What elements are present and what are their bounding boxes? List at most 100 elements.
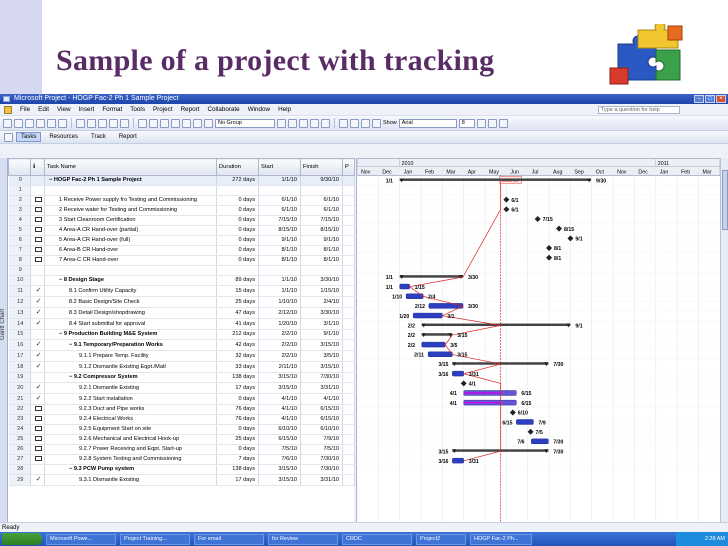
notes-icon[interactable] xyxy=(182,118,191,128)
table-row[interactable]: 24 9.2.5 Equipment Start on site 0 days 6/1… xyxy=(8,424,355,435)
table-row[interactable]: 16 ✓ − 9.1 Temporary/Preparation Works 42 d… xyxy=(8,339,355,351)
help-search-input[interactable]: Type a question for help xyxy=(598,106,680,114)
spelling-icon[interactable] xyxy=(58,118,67,128)
goto-task-icon[interactable] xyxy=(299,118,308,128)
table-row[interactable]: 12 ✓ 8.2 Basic Design/Site Check 25 days 1/1… xyxy=(8,296,355,308)
track-button[interactable]: Track xyxy=(86,132,111,142)
col-pred-header[interactable]: P xyxy=(342,158,355,176)
scrollbar-thumb[interactable] xyxy=(722,170,728,230)
note-icon[interactable] xyxy=(35,247,42,253)
table-row[interactable]: 27 9.2.8 System Testing and Commissioning… xyxy=(8,454,355,465)
note-icon[interactable] xyxy=(35,227,42,233)
help-icon[interactable] xyxy=(321,118,330,128)
copy-picture-icon[interactable] xyxy=(310,118,319,128)
note-icon[interactable] xyxy=(35,436,42,442)
report-button[interactable]: Report xyxy=(114,132,142,142)
zoom-out-icon[interactable] xyxy=(288,118,297,128)
taskbar-item[interactable]: Project2 xyxy=(416,533,466,545)
start-button[interactable] xyxy=(2,533,42,545)
resources-button[interactable]: Resources xyxy=(44,132,83,142)
menu-view[interactable]: View xyxy=(57,106,71,113)
vertical-scrollbar[interactable] xyxy=(720,158,728,522)
preview-icon[interactable] xyxy=(47,118,56,128)
note-icon[interactable] xyxy=(35,426,42,432)
table-row[interactable]: 43 Start Cleanroom Certification 0 days 7/… xyxy=(8,215,355,226)
taskbar-item[interactable]: Microsoft Powe... xyxy=(46,533,116,545)
indent-icon[interactable] xyxy=(350,118,359,128)
table-row[interactable]: 0 − HOGP Fac-2 Ph 1 Sample Project 272 day… xyxy=(8,175,355,186)
copy-icon[interactable] xyxy=(87,118,96,128)
table-row[interactable]: 76 Area-B CR Hand-over 0 days 8/1/10 8/1/10 xyxy=(8,245,355,256)
font-select[interactable]: Arial xyxy=(398,118,457,128)
table-row[interactable]: 9 xyxy=(8,265,355,276)
print-icon[interactable] xyxy=(36,118,45,128)
view-bar-gantt[interactable]: Gantt Chart xyxy=(0,158,8,522)
menu-window[interactable]: Window xyxy=(248,106,270,113)
table-row[interactable]: 21 ✓ 9.2.2 Start installation 0 days 4/1/10 4… xyxy=(8,393,355,405)
menu-insert[interactable]: Insert xyxy=(79,106,95,113)
menu-tools[interactable]: Tools xyxy=(130,106,145,113)
link-icon[interactable] xyxy=(138,118,147,128)
unlink-icon[interactable] xyxy=(149,118,158,128)
save-icon[interactable] xyxy=(25,118,34,128)
new-icon[interactable] xyxy=(3,118,12,128)
note-icon[interactable] xyxy=(35,197,42,203)
col-start-header[interactable]: Start xyxy=(258,158,301,176)
menu-edit[interactable]: Edit xyxy=(38,106,49,113)
toggle-guide-icon[interactable] xyxy=(4,132,13,142)
note-icon[interactable] xyxy=(35,237,42,243)
table-row[interactable]: 10 − 8 Design Stage 89 days 1/1/10 3/30/10 xyxy=(8,275,355,286)
publish-icon[interactable] xyxy=(204,118,213,128)
gantt-chart[interactable]: 2010 2011 Nov Dec Jan Feb Mar Apr May Jun Jul Aug Se… xyxy=(356,158,720,522)
col-task-name-header[interactable]: Task Name xyxy=(44,158,217,176)
table-row[interactable]: 22 9.2.3 Duct and Pipe works 76 days 4/1/10… xyxy=(8,404,355,415)
table-row[interactable]: 20 ✓ 9.2.1 Dismantle Existing 17 days 3/15/1… xyxy=(8,382,355,394)
minimize-button[interactable]: – xyxy=(694,95,704,103)
table-row[interactable]: 19 − 9.2 Compressor System 138 days 3/15/10… xyxy=(8,372,355,383)
note-icon[interactable] xyxy=(35,257,42,263)
table-row[interactable]: 26 9.2.7 Power Receiving and Eqpt. Start-… xyxy=(8,444,355,455)
group-select[interactable]: No Group xyxy=(215,118,275,128)
col-id-header[interactable] xyxy=(8,158,31,176)
menu-report[interactable]: Report xyxy=(181,106,200,113)
zoom-in-icon[interactable] xyxy=(277,118,286,128)
tasks-button[interactable]: Tasks xyxy=(16,132,42,142)
show-button[interactable]: Show xyxy=(383,120,397,126)
table-row[interactable]: 54 Area-A CR Hand-over (partial) 0 days 8/… xyxy=(8,225,355,236)
table-row[interactable]: 18 ✓ 9.1.2 Dismantle Existing Eqpt./Matl 33… xyxy=(8,361,355,373)
menu-collaborate[interactable]: Collaborate xyxy=(207,106,239,113)
table-row[interactable]: 15 − 9 Production Building M&E System 212 … xyxy=(8,329,355,340)
italic-icon[interactable] xyxy=(487,118,497,128)
table-row[interactable]: 13 ✓ 8.3 Detail Design/shopdrawing 47 days 2… xyxy=(8,307,355,319)
menu-format[interactable]: Format xyxy=(102,106,122,113)
col-duration-header[interactable]: Duration xyxy=(216,158,259,176)
cut-icon[interactable] xyxy=(76,118,85,128)
table-row[interactable]: 11 ✓ 8.1 Confirm Utility Capacity 15 days 1/… xyxy=(8,285,355,297)
table-row[interactable]: 3 2 Receive water for Testing and Commiss… xyxy=(8,205,355,216)
underline-icon[interactable] xyxy=(498,118,508,128)
table-row[interactable]: 65 Area-A CR Hand-over (full) 0 days 9/1/1… xyxy=(8,235,355,246)
menu-project[interactable]: Project xyxy=(153,106,173,113)
note-icon[interactable] xyxy=(35,416,42,422)
note-icon[interactable] xyxy=(35,207,42,213)
table-row[interactable]: 14 ✓ 8.4 Start submittal for approval 41 da… xyxy=(8,318,355,330)
close-button[interactable]: × xyxy=(716,95,726,103)
assign-resources-icon[interactable] xyxy=(193,118,202,128)
paste-icon[interactable] xyxy=(98,118,107,128)
maximize-button[interactable]: □ xyxy=(705,95,715,103)
taskbar-item[interactable]: CRDC xyxy=(342,533,412,545)
task-info-icon[interactable] xyxy=(171,118,180,128)
taskbar-item[interactable]: HOGP Fac-2 Ph... xyxy=(470,533,532,545)
taskbar-item[interactable]: Project Training... xyxy=(120,533,190,545)
bold-icon[interactable] xyxy=(476,118,486,128)
note-icon[interactable] xyxy=(35,446,42,452)
table-row[interactable]: 1 xyxy=(8,185,355,196)
menu-file[interactable]: File xyxy=(20,106,30,113)
table-row[interactable]: 29 ✓ 9.3.1 Dismantle Existing 17 days 3/15/1… xyxy=(8,474,355,486)
redo-icon[interactable] xyxy=(120,118,129,128)
undo-icon[interactable] xyxy=(109,118,118,128)
table-row[interactable]: 17 ✓ 9.1.1 Prepare Temp. Facility 32 days 2/… xyxy=(8,350,355,362)
col-finish-header[interactable]: Finish xyxy=(300,158,343,176)
expand-icon[interactable] xyxy=(361,118,370,128)
table-row[interactable]: 23 9.2.4 Electrical Works 76 days 4/1/10 6/1… xyxy=(8,414,355,425)
